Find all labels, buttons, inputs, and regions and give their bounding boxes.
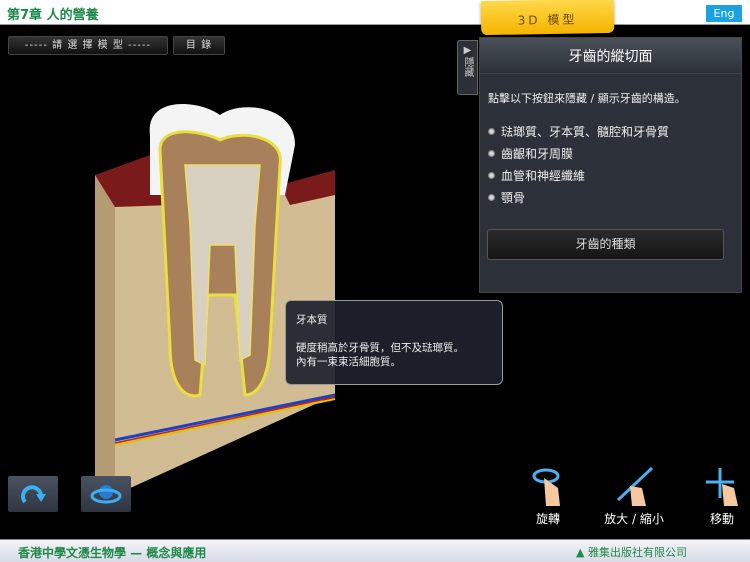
book-title: 香港中學文憑生物學 — 概念與應用 [18,546,207,560]
spin-icon [90,485,122,504]
zoom-label: 放大 / 縮小 [604,512,664,526]
footer: 香港中學文憑生物學 — 概念與應用 ▲ 雅集出版社有限公司 [0,539,750,562]
toggle-vessels-nerves[interactable]: 血管和神經纖維 [488,167,585,184]
model-select-dropdown[interactable]: ----- 請 選 擇 模 型 ----- [8,36,168,55]
radio-icon [488,128,495,135]
pinch-zoom-icon [616,466,654,506]
gesture-move: 移動 [692,466,750,527]
tooltip-line-2: 內有一束束活細胞質。 [296,356,401,368]
play-arrow-icon: ▶ [463,45,472,56]
publisher-logo-icon: ▲ [576,546,588,559]
contents-button[interactable]: 目 錄 [173,36,225,55]
language-button[interactable]: Eng [706,5,742,22]
chapter-title: 第7章 人的營養 [7,8,99,23]
rotate-arrow-icon [21,485,46,504]
panel-title: 牙齒的縱切面 [480,38,741,74]
toggle-enamel-dentin[interactable]: 琺瑯質、牙本質、髓腔和牙骨質 [488,123,669,140]
reset-rotation-button[interactable] [8,476,58,512]
toggle-jawbone[interactable]: 顎骨 [488,189,525,206]
move-arrows-icon [706,468,738,506]
info-panel: 牙齒的縱切面 點擊以下按鈕來隱藏 / 顯示牙齒的構造。 琺瑯質、牙本質、髓腔和牙… [479,37,742,293]
tooltip-line-1: 硬度稍高於牙骨質，但不及琺瑯質。 [296,342,464,354]
auto-rotate-button[interactable] [81,476,131,512]
radio-icon [488,172,495,179]
tooltip-title: 牙本質 [296,314,328,326]
gesture-zoom: 放大 / 縮小 [597,466,671,527]
dentin-tooltip: 牙本質 硬度稍高於牙骨質，但不及琺瑯質。 內有一束束活細胞質。 [285,300,503,385]
hide-panel-tab[interactable]: ▶ 隱藏 [457,40,478,95]
rotate-gesture-icon [532,468,560,506]
rotate-label: 旋轉 [535,512,560,526]
gesture-rotate: 旋轉 [518,466,578,527]
tab-3d-model[interactable]: 3D 模型 [480,0,615,36]
tooth-types-button[interactable]: 牙齒的種類 [487,229,724,260]
publisher: ▲ 雅集出版社有限公司 [576,544,687,560]
radio-icon [488,150,495,157]
panel-description: 點擊以下按鈕來隱藏 / 顯示牙齒的構造。 [488,92,686,105]
top-bar: 第7章 人的營養 Eng [0,0,750,25]
radio-icon [488,194,495,201]
option-label: 血管和神經纖維 [501,169,586,183]
move-label: 移動 [709,512,734,526]
hide-label: 隱藏 [462,57,473,77]
option-label: 琺瑯質、牙本質、髓腔和牙骨質 [501,125,670,139]
option-label: 顎骨 [501,191,526,205]
option-label: 齒齦和牙周膜 [501,147,574,161]
toggle-gum[interactable]: 齒齦和牙周膜 [488,145,573,162]
publisher-name: 雅集出版社有限公司 [587,546,687,559]
